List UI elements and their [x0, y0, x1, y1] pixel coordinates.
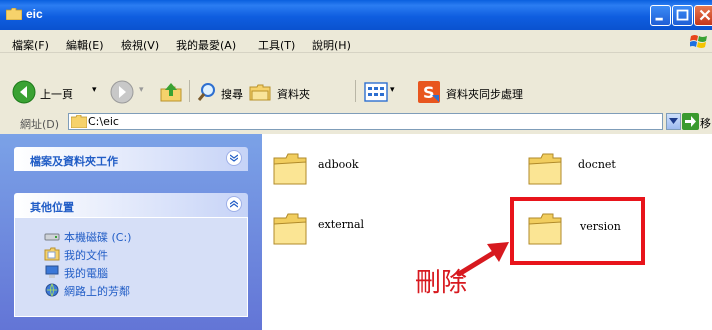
- title-bar[interactable]: [0, 0, 712, 30]
- search-icon[interactable]: [196, 81, 218, 103]
- folder-label-docnet[interactable]: docnet: [578, 158, 616, 171]
- folders-icon[interactable]: [248, 80, 272, 104]
- back-button-label[interactable]: 上一頁: [40, 86, 73, 102]
- toolbar-separator: [355, 80, 356, 102]
- expand-chevron-icon[interactable]: [226, 150, 242, 166]
- views-icon[interactable]: [364, 81, 388, 103]
- collapse-chevron-icon[interactable]: [226, 196, 242, 212]
- windows-logo-icon: [690, 35, 707, 48]
- sync-icon[interactable]: S: [417, 80, 441, 104]
- place-local-disk[interactable]: 本機磁碟 (C:): [64, 229, 131, 245]
- other-places-panel-header[interactable]: 其他位置: [14, 193, 248, 217]
- network-places-icon: [45, 283, 59, 297]
- folder-icon[interactable]: [272, 210, 308, 248]
- folder-icon[interactable]: [527, 150, 563, 188]
- folder-icon: [71, 115, 87, 128]
- my-computer-icon: [45, 265, 59, 278]
- go-button[interactable]: [682, 113, 699, 130]
- up-folder-icon[interactable]: [158, 79, 184, 105]
- address-label: 網址(D): [20, 118, 60, 131]
- address-dropdown-button[interactable]: [666, 113, 681, 130]
- back-arrow-icon[interactable]: [12, 80, 36, 104]
- toolbar: [0, 53, 712, 111]
- local-disk-icon: [44, 233, 60, 241]
- menu-bar: [0, 30, 712, 53]
- toolbar-separator: [189, 80, 190, 102]
- highlight-box: [510, 197, 645, 265]
- menu-view[interactable]: 檢視(V): [121, 37, 159, 53]
- address-input[interactable]: [68, 113, 663, 130]
- views-dropdown-icon[interactable]: ▾: [390, 85, 395, 95]
- address-value[interactable]: C:\eic: [88, 115, 119, 128]
- place-my-computer[interactable]: 我的電腦: [64, 265, 108, 281]
- place-network[interactable]: 網路上的芳鄰: [64, 283, 130, 299]
- annotation-label: 刪除: [415, 268, 468, 298]
- forward-arrow-icon[interactable]: [110, 80, 134, 104]
- folder-icon: [6, 8, 22, 20]
- forward-dropdown-icon[interactable]: ▾: [139, 85, 144, 95]
- menu-favorites[interactable]: 我的最愛(A): [176, 37, 236, 53]
- sync-button-label[interactable]: 資料夾同步處理: [446, 86, 523, 102]
- other-places-title: 其他位置: [30, 201, 74, 214]
- file-tasks-panel-header[interactable]: 檔案及資料夾工作: [14, 147, 248, 171]
- folders-button-label[interactable]: 資料夾: [277, 86, 310, 102]
- search-button-label[interactable]: 搜尋: [221, 86, 243, 102]
- my-documents-icon: [44, 247, 60, 261]
- file-tasks-title: 檔案及資料夾工作: [30, 155, 118, 168]
- menu-file[interactable]: 檔案(F): [12, 37, 49, 53]
- folder-label-adbook[interactable]: adbook: [318, 158, 359, 171]
- menu-edit[interactable]: 編輯(E): [66, 37, 104, 53]
- menu-help[interactable]: 說明(H): [312, 37, 351, 53]
- svg-text:S: S: [423, 83, 435, 102]
- go-arrow-icon: [685, 116, 696, 127]
- place-my-documents[interactable]: 我的文件: [64, 247, 108, 263]
- maximize-button[interactable]: [672, 5, 693, 26]
- folder-icon[interactable]: [272, 150, 308, 188]
- menu-tools[interactable]: 工具(T): [258, 37, 295, 53]
- minimize-button[interactable]: [650, 5, 671, 26]
- chevron-down-icon: [669, 118, 678, 124]
- back-dropdown-icon[interactable]: ▾: [92, 85, 97, 95]
- folder-label-external[interactable]: external: [318, 218, 364, 231]
- close-button[interactable]: [694, 5, 712, 26]
- window-title: eic: [26, 7, 43, 21]
